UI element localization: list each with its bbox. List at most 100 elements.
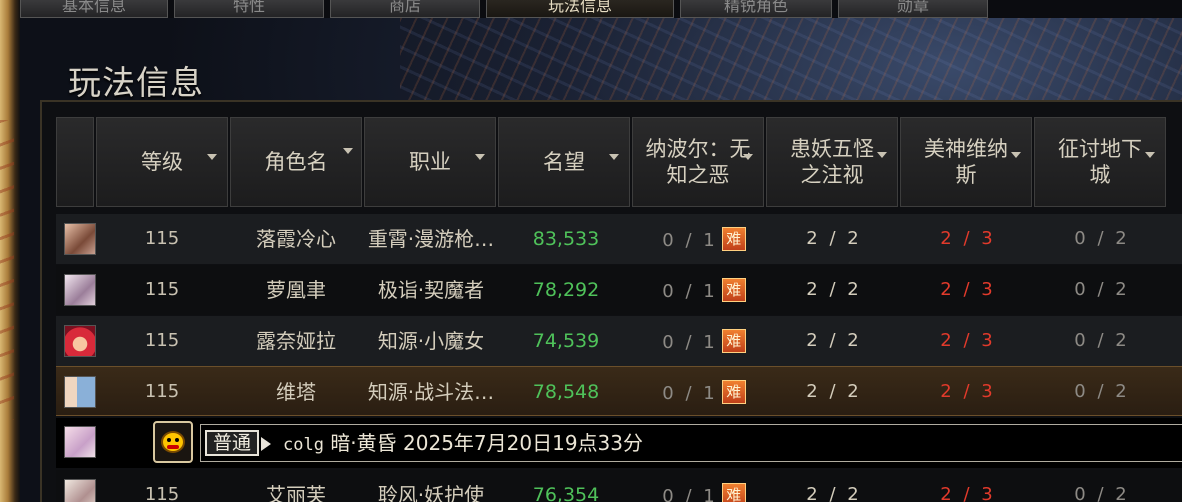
- chat-emote-button[interactable]: [153, 421, 193, 463]
- nabol-cell: 0 / 1难: [634, 367, 774, 417]
- nabol-count: 0 / 1: [662, 486, 718, 502]
- smiley-face-icon: [161, 431, 185, 453]
- nabol-cell: 0 / 1难: [634, 316, 774, 366]
- sort-arrow-icon: [207, 154, 217, 160]
- character-avatar: [64, 274, 96, 306]
- hard-mode-badge: 难: [721, 328, 746, 353]
- tab-medals[interactable]: 勋章: [838, 0, 988, 18]
- name-cell: 萝凰聿: [266, 278, 326, 302]
- tab-basic-info[interactable]: 基本信息: [20, 0, 168, 18]
- level-cell: 115: [144, 381, 180, 402]
- chat-message-row: 普通 colg 暗·黄昏 2025年7月20日19点33分: [56, 418, 1182, 468]
- chat-message-text: colg 暗·黄昏 2025年7月20日19点33分: [283, 425, 643, 463]
- yao-cell: 2 / 2: [806, 279, 862, 300]
- chat-message-box: 普通 colg 暗·黄昏 2025年7月20日19点33分: [200, 424, 1182, 462]
- hard-mode-badge: 难: [721, 482, 746, 502]
- sort-arrow-icon: [1011, 152, 1021, 158]
- job-cell: 聆风·妖护使: [377, 483, 485, 502]
- nabol-cell: 0 / 1难: [634, 470, 774, 502]
- fame-cell: 83,533: [532, 228, 600, 250]
- caret-right-icon: [261, 437, 271, 451]
- job-cell: 重霄·漫游枪…: [367, 227, 495, 251]
- dungeon-cell: 0 / 2: [1074, 228, 1130, 249]
- yao-cell: 2 / 2: [806, 381, 862, 402]
- fame-cell: 78,548: [532, 381, 600, 403]
- venus-cell: 2 / 3: [940, 279, 996, 300]
- name-cell: 艾丽芙: [266, 483, 326, 502]
- table-row[interactable]: 115 露奈娅拉 知源·小魔女 74,539 0 / 1难 2 / 2 2 / …: [56, 316, 1182, 366]
- nabol-cell: 0 / 1难: [634, 265, 774, 315]
- venus-cell: 2 / 3: [940, 484, 996, 502]
- yao-cell: 2 / 2: [806, 484, 862, 502]
- job-cell: 知源·战斗法…: [367, 380, 495, 404]
- hard-mode-badge: 难: [721, 277, 746, 302]
- character-avatar: [64, 479, 96, 502]
- chat-channel-button[interactable]: 普通: [205, 430, 259, 456]
- header-dungeon-label: 征讨地下城: [1058, 137, 1142, 187]
- nabol-count: 0 / 1: [662, 332, 718, 353]
- tab-gameplay-info[interactable]: 玩法信息: [486, 0, 674, 18]
- sort-arrow-icon: [877, 152, 887, 158]
- fame-cell: 78,292: [532, 279, 600, 301]
- nabol-count: 0 / 1: [662, 230, 718, 251]
- nabol-count: 0 / 1: [662, 281, 718, 302]
- venus-cell: 2 / 3: [940, 330, 996, 351]
- nabol-count: 0 / 1: [662, 383, 718, 404]
- name-cell: 维塔: [276, 380, 316, 404]
- table-header: 等级 角色名 职业 名望 纳波尔：无知之恶 患妖五怪之注视 美神维纳斯 征讨地下…: [56, 117, 1168, 207]
- sort-arrow-icon: [743, 154, 753, 160]
- table-row[interactable]: 115 艾丽芙 聆风·妖护使 76,354 0 / 1难 2 / 2 2 / 3…: [56, 470, 1182, 502]
- hard-mode-badge: 难: [721, 226, 746, 251]
- level-cell: 115: [144, 330, 180, 351]
- level-cell: 115: [144, 279, 180, 300]
- character-avatar: [64, 376, 96, 408]
- header-fame[interactable]: 名望: [498, 117, 630, 207]
- dungeon-cell: 0 / 2: [1074, 279, 1130, 300]
- venus-cell: 2 / 3: [940, 228, 996, 249]
- panel-title: 玩法信息: [68, 63, 204, 102]
- table-row[interactable]: 115 落霞冷心 重霄·漫游枪… 83,533 0 / 1难 2 / 2 2 /…: [56, 214, 1182, 264]
- header-avatar: [56, 117, 94, 207]
- tab-elite-characters[interactable]: 精锐角色: [680, 0, 832, 18]
- dungeon-cell: 0 / 2: [1074, 381, 1130, 402]
- tab-shop[interactable]: 商店: [330, 0, 480, 18]
- header-level-label: 等级: [141, 150, 183, 174]
- header-nabol[interactable]: 纳波尔：无知之恶: [632, 117, 764, 207]
- dungeon-cell: 0 / 2: [1074, 330, 1130, 351]
- header-yao[interactable]: 患妖五怪之注视: [766, 117, 898, 207]
- table-row-selected[interactable]: 115 维塔 知源·战斗法… 78,548 0 / 1难 2 / 2 2 / 3…: [56, 366, 1182, 416]
- header-venus-label: 美神维纳斯: [924, 137, 1008, 187]
- left-frame-border: [0, 0, 20, 502]
- yao-cell: 2 / 2: [806, 330, 862, 351]
- level-cell: 115: [144, 484, 180, 502]
- header-dungeon[interactable]: 征讨地下城: [1034, 117, 1166, 207]
- name-cell: 露奈娅拉: [256, 329, 336, 353]
- header-job-label: 职业: [409, 150, 451, 174]
- fame-cell: 74,539: [532, 330, 600, 352]
- sort-arrow-icon: [343, 148, 353, 154]
- job-cell: 极诣·契魔者: [377, 278, 485, 302]
- name-cell: 落霞冷心: [256, 227, 336, 251]
- table-row[interactable]: 115 萝凰聿 极诣·契魔者 78,292 0 / 1难 2 / 2 2 / 3…: [56, 265, 1182, 315]
- venus-cell: 2 / 3: [940, 381, 996, 402]
- chat-sender[interactable]: colg: [283, 435, 324, 455]
- header-fame-label: 名望: [543, 150, 585, 174]
- header-job[interactable]: 职业: [364, 117, 496, 207]
- sort-arrow-icon: [609, 154, 619, 160]
- job-cell: 知源·小魔女: [377, 329, 485, 353]
- character-avatar: [64, 223, 96, 255]
- top-tab-bar: 基本信息 特性 商店 玩法信息 精锐角色 勋章: [20, 0, 1000, 18]
- header-yao-label: 患妖五怪之注视: [790, 137, 874, 187]
- hard-mode-badge: 难: [721, 379, 746, 404]
- nabol-cell: 0 / 1难: [634, 214, 774, 264]
- header-name[interactable]: 角色名: [230, 117, 362, 207]
- character-avatar: [64, 325, 96, 357]
- level-cell: 115: [144, 228, 180, 249]
- sort-arrow-icon: [1145, 152, 1155, 158]
- dungeon-cell: 0 / 2: [1074, 484, 1130, 502]
- tab-traits[interactable]: 特性: [174, 0, 324, 18]
- header-level[interactable]: 等级: [96, 117, 228, 207]
- character-avatar: [64, 426, 96, 458]
- sort-arrow-icon: [475, 154, 485, 160]
- header-venus[interactable]: 美神维纳斯: [900, 117, 1032, 207]
